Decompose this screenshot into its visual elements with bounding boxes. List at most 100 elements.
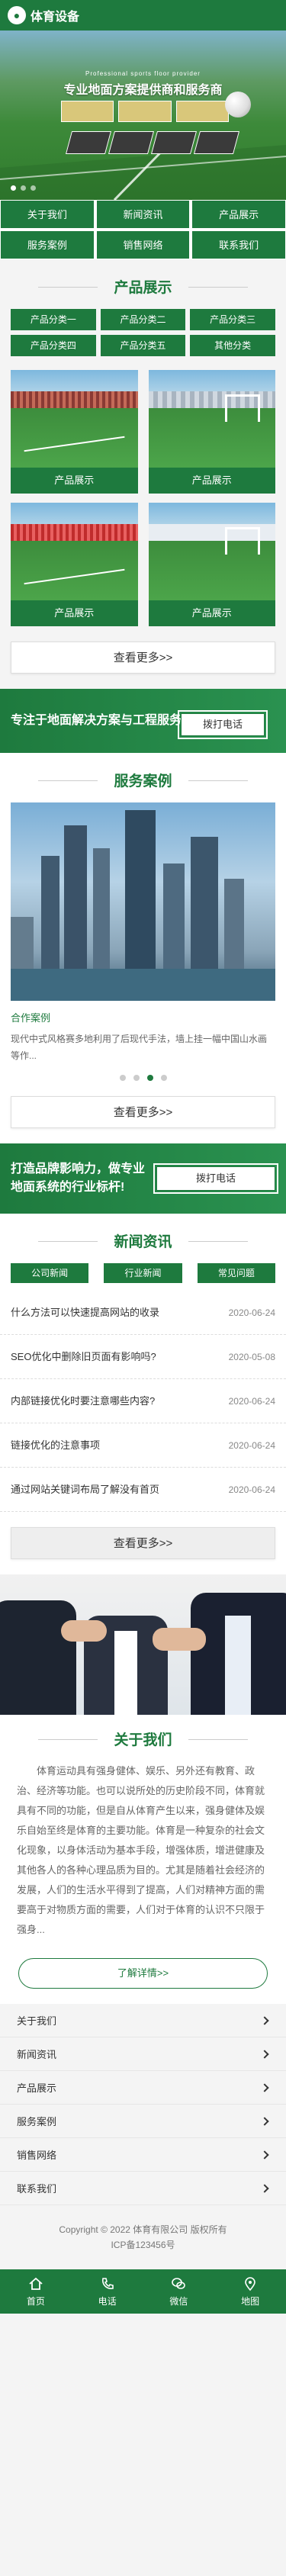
product-label: 产品展示	[148, 600, 275, 626]
footer-links: 关于我们 新闻资讯 产品展示 服务案例 销售网络 联系我们	[0, 2004, 286, 2205]
category-1[interactable]: 产品分类一	[11, 309, 96, 330]
nav-about[interactable]: 关于我们	[0, 200, 95, 229]
tab-map[interactable]: 地图	[214, 2269, 286, 2314]
product-image	[11, 370, 138, 468]
football-image	[225, 92, 251, 117]
cta-2-call-button[interactable]: 拨打电话	[153, 1163, 278, 1194]
cases-section: 服务案例 合作案例 现代中式风格赛多地利用了后现代手法，墙上挂一幅中国山水画等作…	[0, 753, 286, 1143]
tab-industry-news[interactable]: 行业新闻	[104, 1263, 182, 1283]
case-description: 现代中式风格赛多地利用了后现代手法，墙上挂一幅中国山水画等作...	[11, 1034, 268, 1061]
banner-strip	[65, 131, 240, 154]
tab-company-news[interactable]: 公司新闻	[11, 1263, 89, 1283]
product-label: 产品展示	[11, 600, 138, 626]
product-image	[148, 370, 275, 468]
product-card[interactable]: 产品展示	[148, 370, 275, 494]
news-more-button[interactable]: 查看更多>>	[11, 1527, 275, 1559]
link-label: 联系我们	[17, 2183, 57, 2195]
nav-cases[interactable]: 服务案例	[0, 230, 95, 259]
logo[interactable]: ● 体育设备	[8, 6, 79, 24]
product-card[interactable]: 产品展示	[148, 503, 275, 626]
category-2[interactable]: 产品分类二	[100, 309, 186, 330]
chevron-right-icon	[260, 2150, 269, 2160]
products-more-button[interactable]: 查看更多>>	[11, 642, 275, 674]
link-cases[interactable]: 服务案例	[0, 2105, 286, 2138]
news-item[interactable]: 链接优化的注意事项 2020-06-24	[0, 1423, 286, 1468]
link-label: 关于我们	[17, 2015, 57, 2027]
product-card[interactable]: 产品展示	[11, 503, 138, 626]
link-about[interactable]: 关于我们	[0, 2004, 286, 2037]
link-news[interactable]: 新闻资讯	[0, 2037, 286, 2071]
cta-banner-2: 打造品牌影响力，做专业地面系统的行业标杆! 拨打电话	[0, 1143, 286, 1214]
banner-dots[interactable]	[11, 185, 36, 191]
category-3[interactable]: 产品分类三	[190, 309, 275, 330]
about-detail-button[interactable]: 了解详情>>	[18, 1958, 268, 1989]
tab-label: 地图	[241, 2295, 260, 2307]
nav-news[interactable]: 新闻资讯	[95, 200, 191, 229]
cta-2-text: 打造品牌影响力，做专业地面系统的行业标杆!	[11, 1163, 146, 1194]
news-item-title: 内部链接优化时要注意哪些内容?	[11, 1395, 156, 1407]
about-title: 关于我们	[0, 1729, 286, 1749]
main-nav: 关于我们 新闻资讯 产品展示 服务案例 销售网络 联系我们	[0, 200, 286, 259]
home-icon	[29, 2277, 43, 2290]
banner-dot[interactable]	[11, 185, 16, 191]
tab-faq[interactable]: 常见问题	[197, 1263, 275, 1283]
product-image	[11, 503, 138, 600]
news-item[interactable]: 通过网站关键词布局了解没有首页 2020-06-24	[0, 1468, 286, 1512]
logo-icon: ●	[8, 6, 26, 24]
news-item[interactable]: SEO优化中删除旧页面有影响吗? 2020-05-08	[0, 1335, 286, 1379]
nav-sales[interactable]: 销售网络	[95, 230, 191, 259]
banner-thumbs	[61, 101, 229, 122]
nav-contact[interactable]: 联系我们	[191, 230, 286, 259]
phone-icon	[101, 2277, 114, 2289]
product-image	[148, 503, 275, 600]
copyright: Copyright © 2022 体育有限公司 版权所有	[59, 2224, 227, 2235]
tab-phone[interactable]: 电话	[72, 2269, 143, 2314]
case-name[interactable]: 合作案例	[11, 1010, 275, 1024]
cases-more-button[interactable]: 查看更多>>	[11, 1096, 275, 1128]
product-label: 产品展示	[11, 468, 138, 494]
news-title: 新闻资讯	[0, 1230, 286, 1251]
chevron-right-icon	[260, 2183, 269, 2193]
footer: Copyright © 2022 体育有限公司 版权所有 ICP备123456号	[0, 2205, 286, 2269]
bottom-tabbar: 首页 电话 微信 地图	[0, 2269, 286, 2314]
slider-dot-active[interactable]	[146, 1075, 153, 1081]
news-item-date: 2020-06-24	[228, 1396, 275, 1407]
category-other[interactable]: 其他分类	[190, 335, 275, 356]
link-products[interactable]: 产品展示	[0, 2071, 286, 2105]
case-slider-dots[interactable]	[0, 1075, 286, 1081]
tab-label: 首页	[26, 2295, 45, 2307]
slider-dot[interactable]	[160, 1075, 167, 1081]
header: ● 体育设备	[0, 0, 286, 31]
news-item-date: 2020-06-24	[228, 1440, 275, 1451]
slider-dot[interactable]	[119, 1075, 126, 1081]
banner-subtitle: Professional sports floor provider	[85, 70, 201, 77]
product-card[interactable]: 产品展示	[11, 370, 138, 494]
slider-dot[interactable]	[133, 1075, 140, 1081]
category-4[interactable]: 产品分类四	[11, 335, 96, 356]
hero-banner[interactable]: Professional sports floor provider 专业地面方…	[0, 31, 286, 200]
products-section: 产品展示 产品分类一 产品分类二 产品分类三 产品分类四 产品分类五 其他分类 …	[0, 259, 286, 689]
news-item[interactable]: 内部链接优化时要注意哪些内容? 2020-06-24	[0, 1379, 286, 1423]
link-sales[interactable]: 销售网络	[0, 2138, 286, 2172]
tab-label: 电话	[98, 2295, 117, 2307]
category-5[interactable]: 产品分类五	[100, 335, 186, 356]
icp-number: ICP备123456号	[111, 2240, 175, 2250]
banner-dot[interactable]	[21, 185, 26, 191]
tab-label: 微信	[169, 2295, 188, 2307]
link-contact[interactable]: 联系我们	[0, 2172, 286, 2205]
case-image[interactable]	[11, 802, 275, 1001]
news-item-date: 2020-05-08	[228, 1352, 275, 1362]
chevron-right-icon	[260, 2015, 269, 2025]
tab-wechat[interactable]: 微信	[143, 2269, 215, 2314]
about-image	[0, 1574, 286, 1715]
news-tabs: 公司新闻 行业新闻 常见问题	[0, 1263, 286, 1283]
news-item[interactable]: 什么方法可以快速提高网站的收录 2020-06-24	[0, 1291, 286, 1335]
banner-dot[interactable]	[31, 185, 36, 191]
cta-1-call-button[interactable]: 拨打电话	[178, 710, 268, 739]
link-label: 新闻资讯	[17, 2049, 57, 2060]
link-label: 服务案例	[17, 2116, 57, 2127]
tab-home[interactable]: 首页	[0, 2269, 72, 2314]
about-text: 体育运动具有强身健体、娱乐、另外还有教育、政治、经济等功能。也可以说所处的历史阶…	[17, 1765, 265, 1935]
nav-products[interactable]: 产品展示	[191, 200, 286, 229]
news-section: 新闻资讯 公司新闻 行业新闻 常见问题 什么方法可以快速提高网站的收录 2020-…	[0, 1214, 286, 1574]
